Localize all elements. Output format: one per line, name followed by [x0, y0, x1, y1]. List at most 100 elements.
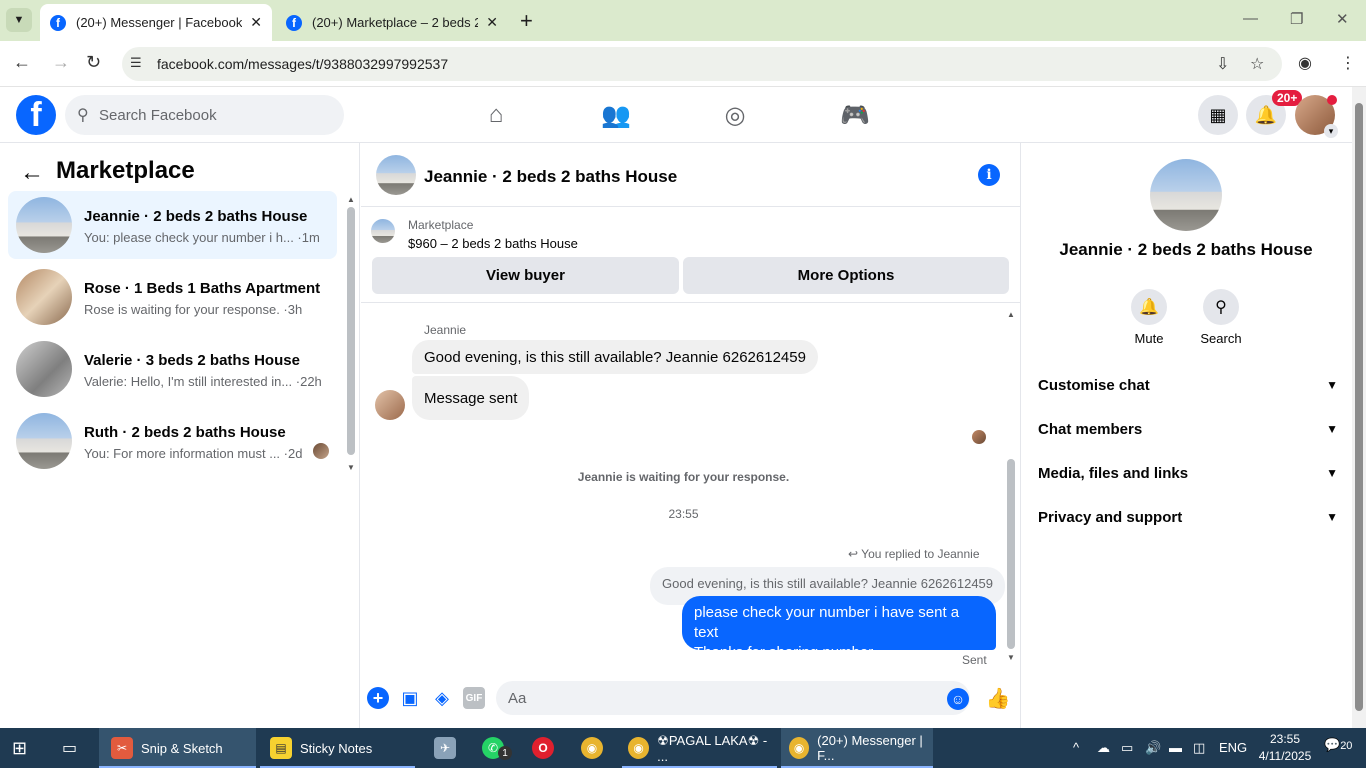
chat-members-section[interactable]: Chat members ▼ — [1038, 415, 1338, 443]
chat-scrollbar[interactable]: ▲ ▼ — [1006, 310, 1016, 663]
snip-sketch-icon: ✂ — [111, 737, 133, 759]
scrollbar-thumb[interactable] — [347, 207, 355, 455]
account-avatar[interactable]: ▾ — [1295, 95, 1338, 138]
camera-icon[interactable]: ◫ — [1193, 740, 1205, 756]
sticker-icon[interactable]: ◈ — [431, 687, 453, 709]
bookmark-star-icon[interactable]: ☆ — [1250, 54, 1264, 74]
back-arrow-icon[interactable]: ← — [20, 159, 44, 187]
scrollbar-thumb[interactable] — [1007, 459, 1015, 649]
system-clock[interactable]: 23:55 4/11/2025 — [1255, 731, 1315, 765]
facebook-logo-icon[interactable]: f — [16, 95, 56, 135]
gaming-icon[interactable]: 🎮 — [839, 99, 871, 131]
taskbar-chrome-window[interactable]: ◉ ☢PAGAL LAKA☢ - ... — [622, 728, 777, 768]
seen-avatar — [972, 430, 986, 444]
clock-time: 23:55 — [1269, 732, 1301, 746]
reply-indicator: ↩ You replied to Jeannie — [848, 547, 980, 561]
back-button[interactable]: ← — [13, 52, 31, 73]
plus-icon[interactable]: + — [367, 687, 389, 709]
search-in-chat-button[interactable]: ⚲ Search — [1186, 289, 1256, 346]
reload-button[interactable]: ↻ — [86, 52, 101, 73]
friends-icon[interactable]: 👥 — [600, 99, 632, 131]
address-bar[interactable]: ☰ facebook.com/messages/t/93880329979925… — [122, 47, 1282, 81]
emoji-icon[interactable]: ☺ — [947, 688, 969, 710]
incoming-message[interactable]: Good evening, is this still available? J… — [412, 340, 818, 374]
menu-grid-icon[interactable]: ▦ — [1198, 95, 1238, 135]
tray-chevron-up-icon[interactable]: ^ — [1073, 740, 1079, 755]
profile-icon[interactable]: ◉ — [1298, 53, 1312, 73]
message-input[interactable] — [496, 681, 970, 715]
tab-marketplace[interactable]: f (20+) Marketplace – 2 beds 2 b ✕ — [276, 4, 508, 41]
scroll-down-arrow-icon[interactable]: ▼ — [347, 463, 355, 472]
volume-icon[interactable]: 🔊 — [1145, 740, 1161, 756]
taskbar-whatsapp[interactable]: ✆ 1 — [482, 728, 512, 768]
conversation-item[interactable]: Jeannie · 2 beds 2 baths House You: plea… — [8, 191, 337, 259]
task-view-icon[interactable]: ▭ — [62, 728, 77, 768]
close-window-icon[interactable]: ✕ — [1336, 10, 1349, 28]
action-center-icon[interactable]: 💬20 — [1324, 737, 1352, 753]
listing-avatar[interactable] — [1150, 159, 1222, 231]
taskbar-chrome[interactable]: ◉ — [581, 728, 611, 768]
info-icon[interactable]: i — [978, 164, 1000, 186]
photo-icon[interactable]: ▣ — [399, 687, 421, 709]
more-options-button[interactable]: More Options — [683, 257, 1009, 294]
taskbar-messenger-window[interactable]: ◉ (20+) Messenger | F... — [781, 728, 933, 768]
scroll-up-arrow-icon[interactable]: ▲ — [1007, 310, 1015, 319]
network-icon[interactable]: ▭ — [1121, 740, 1133, 756]
tab-close-icon[interactable]: ✕ — [486, 14, 498, 31]
search-box[interactable]: ⚲ — [65, 95, 344, 135]
tab-messenger[interactable]: f (20+) Messenger | Facebook ✕ — [40, 4, 272, 41]
listing-price[interactable]: $960 – 2 beds 2 baths House — [408, 236, 578, 251]
browser-toolbar: ← → ↻ ☰ facebook.com/messages/t/93880329… — [0, 41, 1366, 87]
forward-button[interactable]: → — [52, 52, 70, 73]
mute-button[interactable]: 🔔 Mute — [1114, 289, 1184, 346]
site-info-icon[interactable]: ☰ — [130, 55, 142, 71]
tab-close-icon[interactable]: ✕ — [250, 14, 262, 31]
thumbs-up-icon[interactable]: 👍 — [986, 687, 1011, 710]
onedrive-icon[interactable]: ☁ — [1097, 740, 1110, 756]
conversation-item[interactable]: Rose · 1 Beds 1 Baths Apartment ... Rose… — [8, 263, 337, 331]
chat-avatar[interactable] — [376, 155, 416, 195]
install-app-icon[interactable]: ⇩ — [1216, 54, 1229, 74]
scrollbar-thumb[interactable] — [1355, 103, 1363, 711]
marketplace-listing-card: Marketplace $960 – 2 beds 2 baths House … — [361, 207, 1021, 303]
privacy-support-section[interactable]: Privacy and support ▼ — [1038, 503, 1338, 531]
view-buyer-button[interactable]: View buyer — [372, 257, 679, 294]
chat-title[interactable]: Jeannie · 2 beds 2 baths House — [424, 167, 677, 187]
conversation-preview: Valerie: Hello, I'm still interested in.… — [84, 374, 322, 389]
taskbar-snip-sketch[interactable]: ✂ Snip & Sketch — [99, 728, 256, 768]
home-icon[interactable]: ⌂ — [480, 99, 512, 131]
groups-icon[interactable]: ◎ — [719, 99, 751, 131]
conversation-item[interactable]: Valerie · 3 beds 2 baths House Valerie: … — [8, 335, 337, 403]
restore-icon[interactable]: ❐ — [1290, 10, 1303, 28]
taskbar-opera[interactable]: O — [532, 728, 562, 768]
scroll-down-arrow-icon[interactable]: ▼ — [1007, 653, 1015, 662]
battery-icon[interactable]: ▬ — [1169, 740, 1182, 755]
taskbar-app-icon[interactable]: ✈ — [434, 728, 464, 768]
customise-chat-section[interactable]: Customise chat ▼ — [1038, 371, 1338, 399]
language-indicator[interactable]: ENG — [1219, 740, 1247, 755]
unread-dot — [1327, 95, 1337, 105]
incoming-message[interactable]: Message sent — [412, 376, 530, 420]
page-scrollbar[interactable] — [1352, 87, 1366, 728]
gif-icon[interactable]: GIF — [463, 687, 485, 709]
sender-avatar[interactable] — [375, 390, 405, 420]
taskbar-sticky-notes[interactable]: ▤ Sticky Notes — [260, 728, 415, 768]
conversation-item[interactable]: Ruth · 2 beds 2 baths House You: For mor… — [8, 407, 337, 475]
scroll-up-arrow-icon[interactable]: ▲ — [347, 195, 355, 204]
media-files-links-section[interactable]: Media, files and links ▼ — [1038, 459, 1338, 487]
chrome-icon: ◉ — [789, 737, 810, 759]
search-input[interactable] — [99, 95, 329, 135]
tab-label: (20+) Messenger | Facebook — [76, 15, 243, 30]
conversation-list-scrollbar[interactable]: ▲ ▼ — [347, 195, 355, 472]
conversation-name: Ruth · 2 beds 2 baths House — [84, 424, 286, 441]
menu-kebab-icon[interactable]: ⋮ — [1340, 53, 1356, 73]
new-tab-button[interactable]: + — [520, 8, 533, 34]
outgoing-message[interactable]: please check your number i have sent a t… — [682, 596, 996, 661]
windows-start-icon[interactable]: ⊞ — [12, 728, 27, 768]
taskbar-label: Snip & Sketch — [141, 740, 223, 756]
minimize-icon[interactable]: — — [1243, 10, 1258, 27]
tab-search-button[interactable]: ▼ — [6, 8, 32, 32]
chevron-down-icon: ▾ — [1324, 124, 1338, 138]
chat-info-panel: Jeannie · 2 beds 2 baths House 🔔 Mute ⚲ … — [1022, 143, 1352, 728]
section-label: Privacy and support — [1038, 508, 1183, 526]
